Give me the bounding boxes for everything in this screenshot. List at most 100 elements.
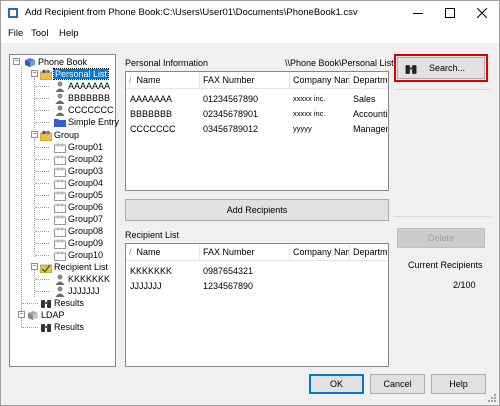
- person-icon: [55, 81, 65, 92]
- cell-company[interactable]: xxxxx inc.: [293, 109, 349, 118]
- cell-name[interactable]: JJJJJJJ: [130, 281, 200, 291]
- tree-simple-entry[interactable]: Simple Entry: [54, 116, 119, 128]
- tree-entry[interactable]: CCCCCCC: [54, 104, 114, 116]
- column-company-name[interactable]: Company Name: [290, 244, 350, 261]
- recipient-list-grid[interactable]: / Name FAX Number Company Name Departmen…: [125, 243, 389, 367]
- help-button[interactable]: Help: [431, 374, 486, 394]
- tree-recipient[interactable]: JJJJJJJ: [54, 285, 100, 297]
- expand-phone-book[interactable]: −: [13, 58, 20, 65]
- current-recipients-count: 2/100: [453, 280, 476, 290]
- expand-recipient-list[interactable]: −: [31, 263, 38, 270]
- cell-name[interactable]: KKKKKKK: [130, 266, 200, 276]
- person-icon: [55, 286, 65, 297]
- tree-personal-list[interactable]: Personal List: [40, 68, 110, 80]
- column-name[interactable]: / Name: [126, 244, 200, 261]
- recipient-list-header: / Name FAX Number Company Name Departmen…: [126, 244, 388, 261]
- cell-department[interactable]: Sales: [353, 94, 388, 104]
- tree-entry[interactable]: BBBBBBB: [54, 92, 110, 104]
- menu-tool[interactable]: Tool: [31, 28, 48, 39]
- tree-group-item[interactable]: Group07: [54, 213, 103, 225]
- group-item-icon: [54, 142, 66, 153]
- tree-entry[interactable]: AAAAAAA: [54, 80, 110, 92]
- minimize-button[interactable]: [405, 1, 431, 25]
- column-fax-number[interactable]: FAX Number: [200, 244, 290, 261]
- cell-department[interactable]: Management: [353, 124, 388, 134]
- group-item-icon: [54, 178, 66, 189]
- tree-recipient[interactable]: KKKKKKK: [54, 273, 110, 285]
- group-item-icon: [54, 166, 66, 177]
- column-fax-number[interactable]: FAX Number: [200, 72, 290, 89]
- group-item-icon: [54, 226, 66, 237]
- close-button[interactable]: [469, 1, 495, 25]
- tree-group-item[interactable]: Group08: [54, 225, 103, 237]
- binoculars-icon: [41, 323, 51, 332]
- binoculars-icon: [41, 299, 51, 308]
- cell-company[interactable]: yyyyy: [293, 124, 349, 133]
- column-department[interactable]: Department: [350, 244, 388, 261]
- column-department[interactable]: Department: [350, 72, 388, 89]
- tree-ldap-results[interactable]: Results: [40, 321, 84, 333]
- ldap-icon: [28, 310, 38, 320]
- recipient-list-icon: [40, 264, 52, 273]
- minimize-icon: [413, 13, 423, 14]
- phone-book-icon: [25, 57, 35, 67]
- current-recipients-label: Current Recipients: [408, 260, 483, 270]
- cell-name[interactable]: BBBBBBB: [130, 109, 200, 119]
- column-company-name[interactable]: Company Name: [290, 72, 350, 89]
- group-item-icon: [54, 154, 66, 165]
- cell-fax[interactable]: 1234567890: [203, 281, 289, 291]
- tree-recipient-list[interactable]: Recipient List: [40, 261, 108, 273]
- person-icon: [55, 274, 65, 285]
- current-path-label: \\Phone Book\Personal List: [285, 58, 394, 68]
- person-icon: [55, 93, 65, 104]
- tree-group-item[interactable]: Group06: [54, 201, 103, 213]
- cell-name[interactable]: CCCCCCC: [130, 124, 200, 134]
- recipient-list-label: Recipient List: [125, 230, 180, 240]
- phone-book-tree[interactable]: − Phone Book − Personal List AAAAAAA BBB…: [9, 54, 119, 367]
- expand-ldap[interactable]: −: [18, 311, 25, 318]
- cell-name[interactable]: AAAAAAA: [130, 94, 200, 104]
- tree-group-item[interactable]: Group02: [54, 153, 103, 165]
- expand-personal-list[interactable]: −: [31, 70, 38, 77]
- personal-info-header: / Name FAX Number Company Name Departmen…: [126, 72, 388, 89]
- tree-group-item[interactable]: Group01: [54, 141, 103, 153]
- dialog-window: Add Recipient from Phone Book:C:\Users\U…: [0, 0, 500, 406]
- cell-department[interactable]: Accounting: [353, 109, 388, 119]
- group-item-icon: [54, 190, 66, 201]
- tree-group-item[interactable]: Group09: [54, 237, 103, 249]
- maximize-icon: [445, 8, 455, 18]
- folder-icon: [54, 118, 66, 127]
- tree-ldap[interactable]: LDAP: [27, 309, 65, 321]
- menu-file[interactable]: File: [8, 28, 23, 39]
- tree-group[interactable]: Group: [40, 129, 79, 141]
- column-name[interactable]: / Name: [126, 72, 200, 89]
- cell-fax[interactable]: 03456789012: [203, 124, 289, 134]
- tree-group-item[interactable]: Group10: [54, 249, 103, 261]
- person-icon: [55, 105, 65, 116]
- tree-group-item[interactable]: Group05: [54, 189, 103, 201]
- tree-group-item[interactable]: Group04: [54, 177, 103, 189]
- cancel-button[interactable]: Cancel: [370, 374, 425, 394]
- cell-fax[interactable]: 0987654321: [203, 266, 289, 276]
- cell-fax[interactable]: 01234567890: [203, 94, 289, 104]
- tree-group-item[interactable]: Group03: [54, 165, 103, 177]
- expand-group[interactable]: −: [31, 131, 38, 138]
- group-item-icon: [54, 202, 66, 213]
- personal-info-grid[interactable]: / Name FAX Number Company Name Departmen…: [125, 71, 389, 191]
- add-recipients-button[interactable]: Add Recipients: [125, 199, 389, 221]
- window-title: Add Recipient from Phone Book:C:\Users\U…: [25, 7, 358, 18]
- binoculars-icon: [405, 65, 417, 74]
- title-bar: Add Recipient from Phone Book:C:\Users\U…: [1, 1, 499, 25]
- personal-list-icon: [40, 69, 52, 80]
- delete-button[interactable]: Delete: [397, 228, 485, 248]
- cell-fax[interactable]: 02345678901: [203, 109, 289, 119]
- cell-company[interactable]: xxxxx inc.: [293, 94, 349, 103]
- tree-results[interactable]: Results: [40, 297, 84, 309]
- maximize-button[interactable]: [437, 1, 463, 25]
- tree-phone-book[interactable]: Phone Book: [24, 56, 87, 68]
- resize-grip-icon[interactable]: [487, 393, 497, 403]
- search-button[interactable]: Search...: [397, 57, 485, 79]
- ok-button[interactable]: OK: [309, 374, 364, 394]
- group-item-icon: [54, 238, 66, 249]
- menu-help[interactable]: Help: [59, 28, 79, 39]
